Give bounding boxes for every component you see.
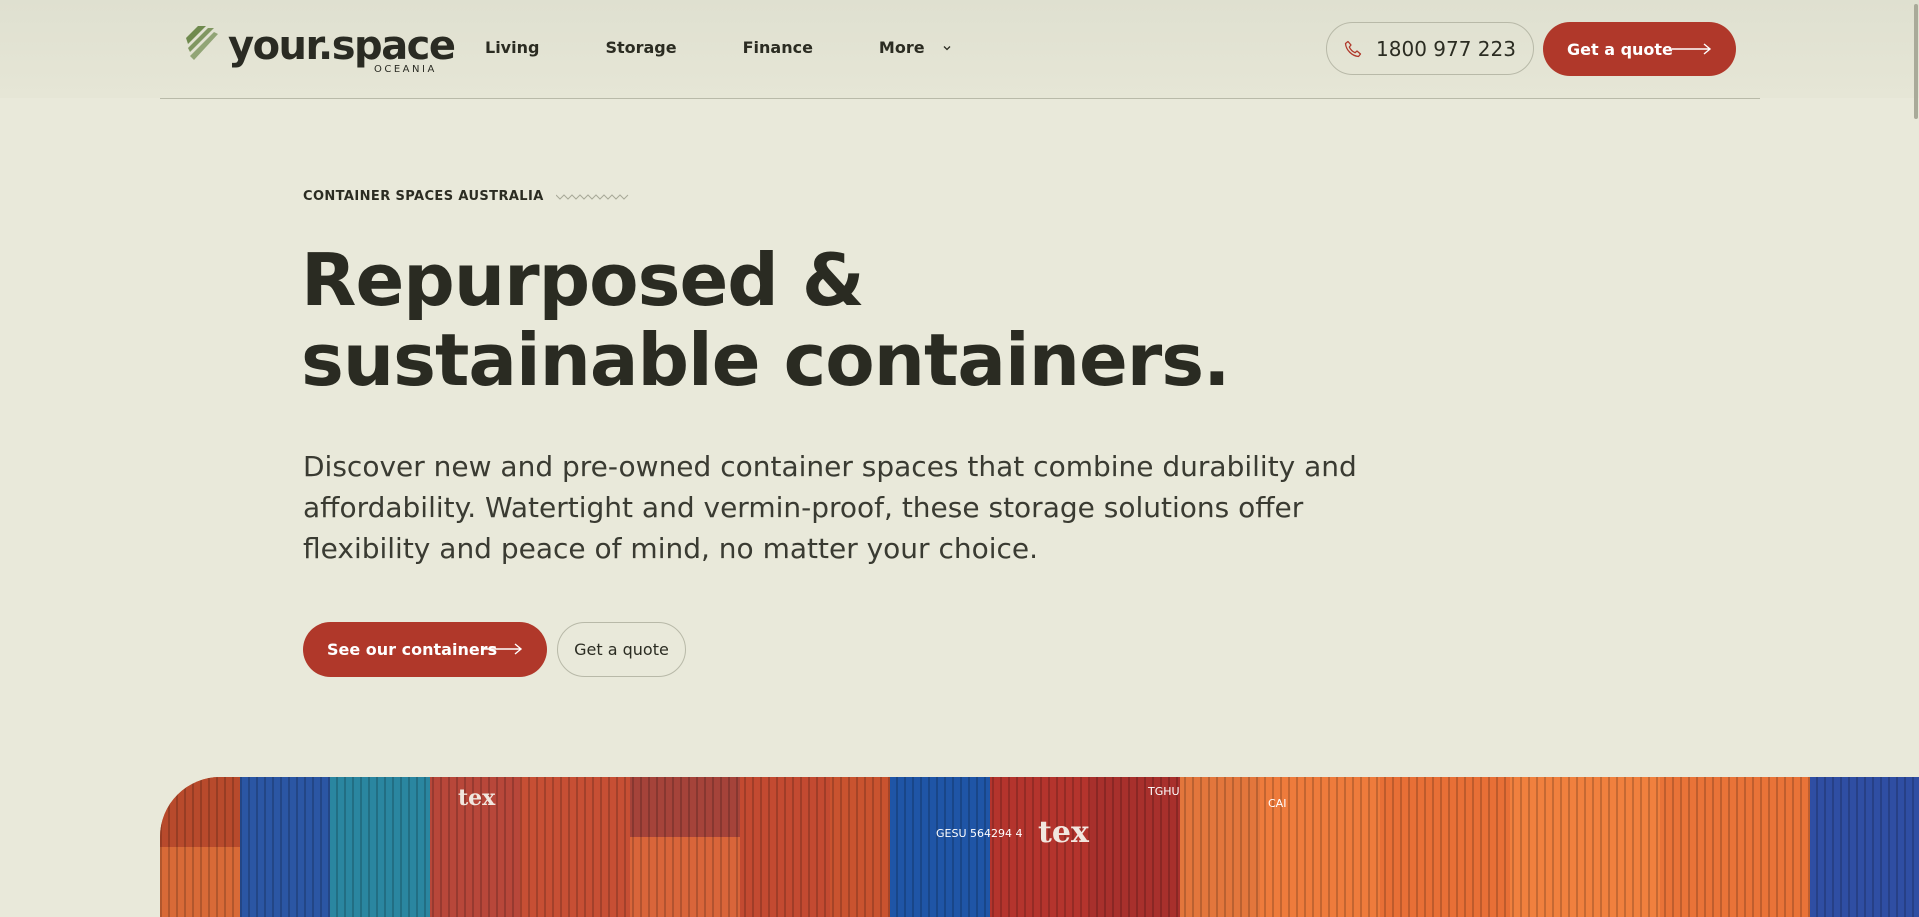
nav-label: Storage — [605, 38, 677, 57]
main-nav: Living Storage Finance More — [485, 38, 1017, 57]
nav-item-finance[interactable]: Finance — [743, 38, 813, 57]
quote-label: Get a quote — [1567, 39, 1673, 59]
containers-hero-image: tex tex GESU 564294 4 TGHU CAI — [160, 777, 1919, 917]
secondary-cta-label: Get a quote — [574, 640, 669, 659]
see-our-containers-button[interactable]: See our containers — [303, 622, 547, 677]
page-scrollbar[interactable] — [1911, 0, 1919, 917]
brand-sub: OCEANIA — [374, 64, 437, 75]
hero-headline: Repurposed & sustainable containers. — [301, 238, 1231, 402]
nav-item-more[interactable]: More — [879, 38, 951, 57]
logo-mark-icon — [186, 26, 218, 60]
nav-item-storage[interactable]: Storage — [605, 38, 676, 57]
nav-label: Finance — [742, 38, 813, 57]
eyebrow-text: CONTAINER SPACES AUSTRALIA — [303, 189, 544, 204]
containers-photo: tex tex GESU 564294 4 TGHU CAI — [160, 777, 1919, 917]
phone-icon — [1344, 40, 1362, 57]
container-label: TGHU — [1147, 785, 1180, 798]
site-header: your.space OCEANIA Living Storage Financ… — [160, 0, 1760, 99]
container-label: tex — [1038, 815, 1090, 850]
arrow-right-icon — [483, 643, 523, 655]
nav-label: Living — [485, 38, 540, 57]
primary-cta-label: See our containers — [327, 640, 498, 659]
scrollbar-thumb[interactable] — [1914, 4, 1918, 119]
wave-icon — [555, 193, 629, 200]
hero-get-a-quote-button[interactable]: Get a quote — [557, 622, 686, 677]
phone-number: 1800 977 223 — [1376, 36, 1516, 61]
phone-button[interactable]: 1800 977 223 — [1326, 22, 1534, 75]
brand-name: your.space — [228, 23, 456, 69]
brand-logo[interactable]: your.space OCEANIA — [184, 22, 456, 78]
hero-eyebrow: CONTAINER SPACES AUSTRALIA — [303, 189, 630, 204]
chevron-down-icon — [943, 45, 951, 50]
container-label: GESU 564294 4 — [936, 827, 1023, 840]
container-label: tex — [458, 785, 496, 811]
nav-label: More — [878, 38, 925, 57]
arrow-right-icon — [1672, 43, 1712, 55]
get-a-quote-button[interactable]: Get a quote — [1543, 22, 1736, 76]
nav-item-living[interactable]: Living — [485, 38, 539, 57]
container-label: CAI — [1268, 797, 1286, 810]
hero-intro: Discover new and pre-owned container spa… — [303, 450, 1357, 565]
